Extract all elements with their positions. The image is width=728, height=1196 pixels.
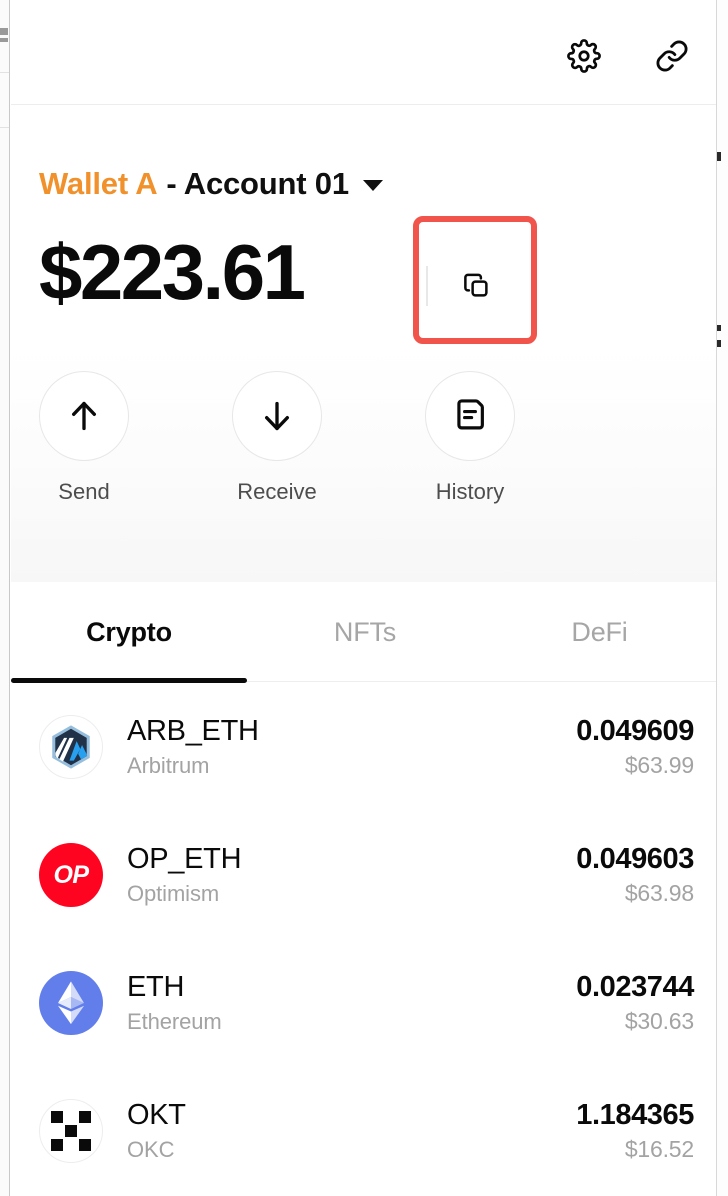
table-row[interactable]: OKT OKC 1.184365 $16.52 <box>11 1067 716 1195</box>
document-icon <box>425 371 515 461</box>
total-balance: $223.61 <box>39 228 306 316</box>
token-amount: 0.023744 <box>576 970 694 1003</box>
token-network: Optimism <box>127 880 220 906</box>
link-icon[interactable] <box>654 38 690 74</box>
token-symbol: OKT <box>127 1099 186 1132</box>
token-fiat-value: $63.98 <box>624 880 694 907</box>
token-info: OP_ETH Optimism <box>127 843 576 906</box>
quick-actions: Send Receive History <box>11 345 716 582</box>
token-fiat-value: $16.52 <box>624 1136 694 1163</box>
okx-logo-grid <box>51 1111 91 1151</box>
token-fiat-value: $63.99 <box>624 752 694 779</box>
background-page-sliver-right <box>717 0 728 1196</box>
token-values: 1.184365 $16.52 <box>576 1099 694 1163</box>
background-fragment <box>0 127 9 128</box>
token-values: 0.049603 $63.98 <box>576 843 694 907</box>
asset-tabs: Crypto NFTs DeFi <box>11 582 716 683</box>
history-label: History <box>435 479 505 504</box>
token-symbol: ETH <box>127 971 185 1004</box>
token-values: 0.049609 $63.99 <box>576 715 694 779</box>
arrow-up-icon <box>39 371 129 461</box>
top-bar-icons <box>566 38 690 74</box>
quick-actions-row: Send Receive History <box>39 371 515 505</box>
tab-defi[interactable]: DeFi <box>483 582 716 682</box>
chevron-down-icon[interactable] <box>362 179 383 191</box>
token-info: ARB_ETH Arbitrum <box>127 715 576 778</box>
table-row[interactable]: OP OP_ETH Optimism 0.049603 $63.98 <box>11 811 716 939</box>
history-button[interactable]: History <box>425 371 515 505</box>
background-fragment <box>717 152 721 161</box>
gear-icon[interactable] <box>566 38 602 74</box>
token-info: ETH Ethereum <box>127 971 576 1034</box>
send-button[interactable]: Send <box>39 371 129 505</box>
vertical-divider <box>426 266 428 306</box>
background-fragment <box>0 72 9 73</box>
background-fragment <box>0 38 8 42</box>
tab-crypto-label: Crypto <box>86 616 172 647</box>
wallet-name-label: Wallet A <box>39 165 158 201</box>
background-fragment <box>717 325 721 331</box>
receive-button[interactable]: Receive <box>232 371 322 505</box>
optimism-logo-text: OP <box>53 860 89 889</box>
background-page-sliver-left <box>0 0 10 1196</box>
optimism-logo: OP <box>39 843 103 907</box>
token-network: Ethereum <box>127 1008 222 1034</box>
token-info: OKT OKC <box>127 1099 576 1162</box>
account-header: Wallet A - Account 01 $223.61 <box>11 105 716 345</box>
receive-label: Receive <box>237 479 317 504</box>
token-amount: 0.049603 <box>576 842 694 875</box>
account-name-label: - Account 01 <box>166 165 349 201</box>
tab-defi-label: DeFi <box>571 616 628 647</box>
token-network: OKC <box>127 1136 175 1162</box>
ethereum-logo <box>39 971 103 1035</box>
copy-icon[interactable] <box>455 264 499 308</box>
token-fiat-value: $30.63 <box>624 1008 694 1035</box>
wallet-extension-screen: Wallet A - Account 01 $223.61 Send Recei… <box>0 0 728 1196</box>
okx-logo <box>39 1099 103 1163</box>
token-values: 0.023744 $30.63 <box>576 971 694 1035</box>
arbitrum-logo <box>39 715 103 779</box>
background-fragment <box>717 340 721 347</box>
background-fragment <box>0 28 8 35</box>
tab-nfts-label: NFTs <box>333 616 397 647</box>
tab-crypto[interactable]: Crypto <box>11 582 247 683</box>
token-symbol: ARB_ETH <box>127 715 259 748</box>
arrow-down-icon <box>232 371 322 461</box>
copy-address-highlight <box>413 216 537 344</box>
wallet-panel: Wallet A - Account 01 $223.61 Send Recei… <box>11 0 716 1196</box>
token-symbol: OP_ETH <box>127 843 242 876</box>
top-bar <box>11 0 716 105</box>
send-label: Send <box>58 479 110 504</box>
token-amount: 1.184365 <box>576 1098 694 1131</box>
table-row[interactable]: ARB_ETH Arbitrum 0.049609 $63.99 <box>11 683 716 811</box>
account-selector[interactable]: Wallet A - Account 01 <box>39 161 383 205</box>
token-network: Arbitrum <box>127 752 210 778</box>
token-list: ARB_ETH Arbitrum 0.049609 $63.99 OP OP_E… <box>11 683 716 1195</box>
token-amount: 0.049609 <box>576 714 694 747</box>
table-row[interactable]: ETH Ethereum 0.023744 $30.63 <box>11 939 716 1067</box>
tab-nfts[interactable]: NFTs <box>247 582 483 682</box>
